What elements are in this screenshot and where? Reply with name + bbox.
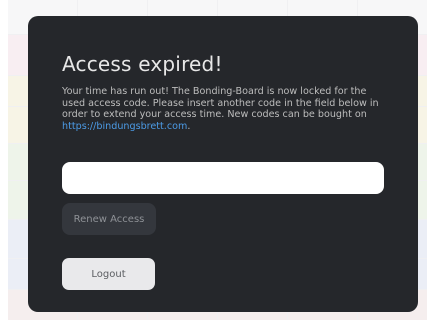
dialog-title: Access expired! [62, 52, 223, 76]
renew-access-button[interactable]: Renew Access [62, 203, 156, 235]
message-text: Your time has run out! The Bonding-Board… [62, 86, 379, 121]
access-expired-dialog: Access expired! Your time has run out! T… [28, 16, 418, 312]
access-code-input[interactable] [62, 162, 384, 194]
dialog-message: Your time has run out! The Bonding-Board… [62, 86, 386, 132]
message-end: . [187, 120, 191, 132]
shop-link[interactable]: https://bindungsbrett.com [62, 121, 187, 132]
logout-button[interactable]: Logout [62, 258, 155, 290]
